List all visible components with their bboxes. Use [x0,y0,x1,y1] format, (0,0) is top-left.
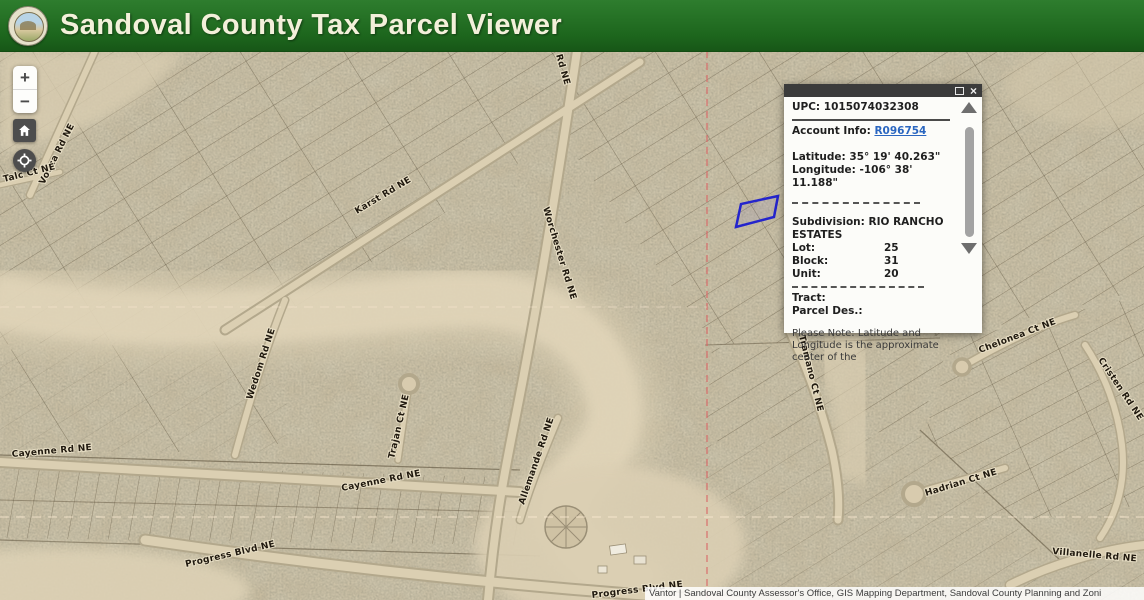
unit-label: Unit: [792,268,884,281]
latitude-label: Latitude: [792,151,846,163]
cul-de-sac [954,359,970,375]
subdivision-row: Subdivision: RIO RANCHO ESTATES [792,216,944,242]
home-icon [18,124,31,137]
longitude-label: Longitude: [792,164,856,176]
zoom-out-button[interactable]: − [13,89,37,113]
block-value: 31 [884,255,899,268]
latitude-value: 35° 19' 40.263" [849,151,940,163]
county-seal-logo [8,6,48,46]
popup-scrollbar [959,99,979,330]
scrollbar-thumb[interactable] [965,127,974,237]
close-icon[interactable]: × [970,86,977,96]
longitude-row: Longitude: -106° 38' 11.188" [792,164,950,190]
popup-body: UPC: 1015074032308 Account Info: R096754… [784,97,982,333]
parcel-des-row: Parcel Des.: [792,305,950,318]
divider-dashed [792,286,924,288]
popup-note: Please Note: Latitude and Longitude is t… [792,328,946,364]
divider-dashed [792,202,920,204]
zoom-control: + − [13,66,37,113]
lot-value: 25 [884,242,899,255]
account-label: Account Info: [792,125,871,137]
unit-row: Unit: 20 [792,268,950,281]
block-label: Block: [792,255,884,268]
upc-row: UPC: 1015074032308 [792,101,950,114]
page-title: Sandoval County Tax Parcel Viewer [60,9,562,42]
locate-icon [17,153,32,168]
parcel-info-popup: × UPC: 1015074032308 Account Info: R0967… [784,84,982,333]
divider-solid [792,119,950,121]
tract-label: Tract: [792,292,826,304]
subdivision-label: Subdivision: [792,216,865,228]
zoom-in-button[interactable]: + [13,66,37,89]
block-row: Block: 31 [792,255,950,268]
unit-value: 20 [884,268,899,281]
app-header: Sandoval County Tax Parcel Viewer [0,0,1144,52]
scroll-down-icon[interactable] [961,243,977,254]
cul-de-sac [400,375,418,393]
upc-label: UPC: [792,101,820,113]
cul-de-sac [903,483,925,505]
parcel-des-label: Parcel Des.: [792,305,863,317]
upc-value: 1015074032308 [824,101,919,113]
lot-label: Lot: [792,242,884,255]
lot-row: Lot: 25 [792,242,950,255]
home-button[interactable] [13,119,36,142]
latitude-row: Latitude: 35° 19' 40.263" [792,151,950,164]
account-row: Account Info: R096754 [792,125,950,138]
map-attribution: Vantor | Sandoval County Assessor's Offi… [645,587,1144,600]
scroll-up-icon[interactable] [961,102,977,113]
tract-row: Tract: [792,292,950,305]
locate-button[interactable] [13,149,36,172]
account-link[interactable]: R096754 [874,125,926,137]
popup-titlebar[interactable]: × [784,84,982,97]
maximize-icon[interactable] [955,87,964,95]
